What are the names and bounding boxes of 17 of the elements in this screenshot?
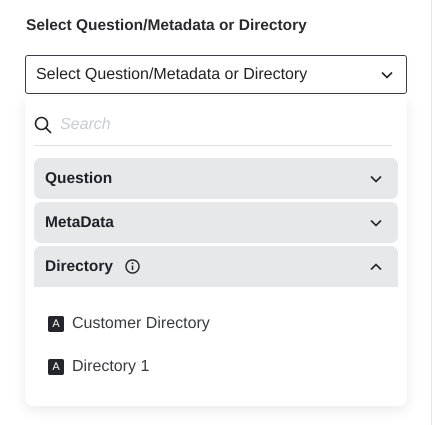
group-header[interactable]: Question (34, 158, 398, 199)
group-header[interactable]: Directory (34, 246, 398, 287)
group-title: Directory (45, 258, 114, 276)
group-header[interactable]: MetaData (34, 202, 398, 243)
select-dropdown[interactable]: Select Question/Metadata or Directory (25, 55, 407, 94)
chevron-down-icon (381, 70, 393, 78)
chevron-up-icon (370, 262, 382, 270)
letter-icon: A (48, 358, 64, 374)
list-item[interactable]: Customer Directory (72, 314, 210, 332)
group-title: Question (45, 170, 112, 188)
letter-icon: A (48, 316, 64, 332)
group-title: MetaData (45, 214, 114, 232)
chevron-down-icon (370, 218, 382, 226)
field-label: Select Question/Metadata or Directory (26, 17, 308, 35)
search-icon (34, 116, 52, 134)
list-item[interactable]: Directory 1 (72, 358, 150, 376)
chevron-down-icon (370, 174, 382, 182)
